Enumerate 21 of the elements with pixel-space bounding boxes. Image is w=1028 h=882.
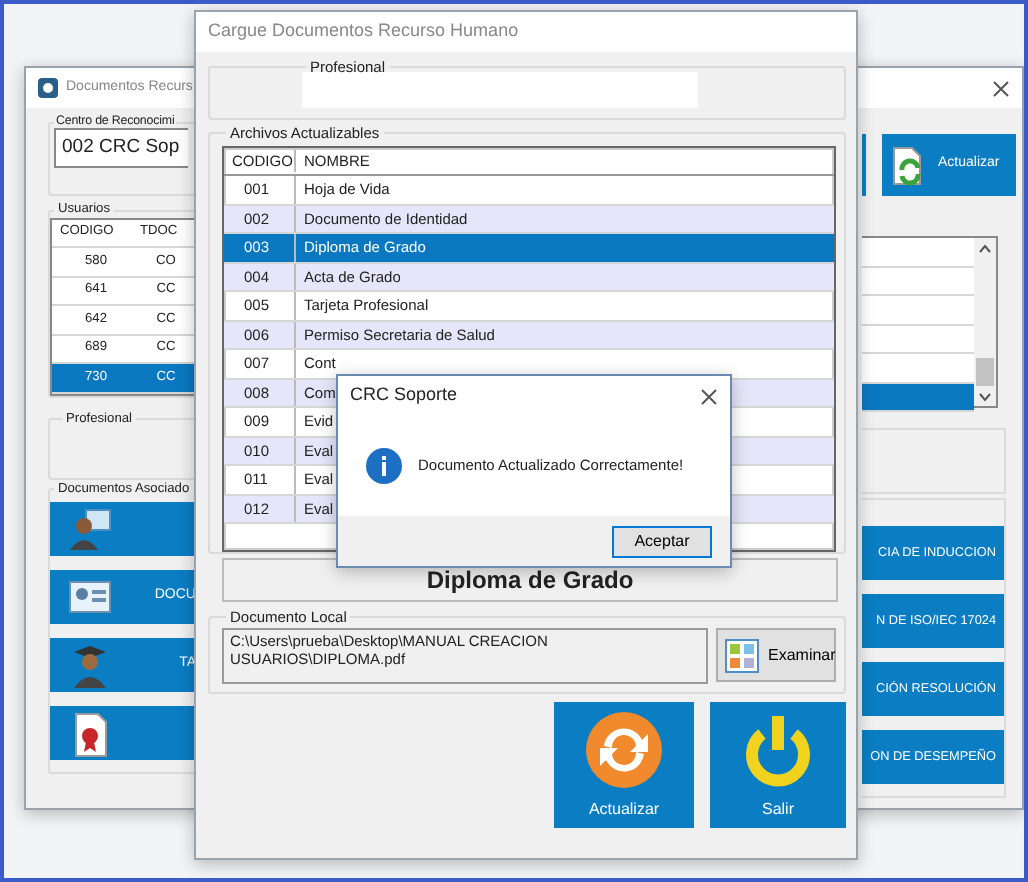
power-icon: [742, 714, 814, 790]
tiles-icon: [724, 637, 760, 673]
document-button[interactable]: [50, 706, 196, 761]
ok-button[interactable]: Aceptar: [612, 525, 712, 557]
profesional-group: [862, 428, 1006, 494]
document-button[interactable]: [50, 502, 196, 557]
dialog-title: CRC Soporte: [350, 382, 458, 409]
app-icon: [38, 78, 58, 98]
close-icon[interactable]: [700, 387, 718, 405]
examinar-button[interactable]: Examinar: [716, 628, 836, 682]
table-row[interactable]: [862, 383, 974, 412]
window-title: Cargue Documentos Recurso Humano: [208, 18, 519, 45]
document-refresh-icon: [890, 145, 926, 185]
text-field[interactable]: [302, 71, 698, 107]
salir-button[interactable]: Salir: [710, 702, 846, 828]
close-icon[interactable]: [992, 79, 1010, 97]
combo-box[interactable]: 002 CRC Sop: [54, 128, 188, 169]
info-icon: [366, 448, 402, 484]
actualizar-button[interactable]: Actualizar: [554, 702, 694, 828]
refresh-icon: [584, 710, 664, 790]
person-icon: [66, 505, 114, 554]
